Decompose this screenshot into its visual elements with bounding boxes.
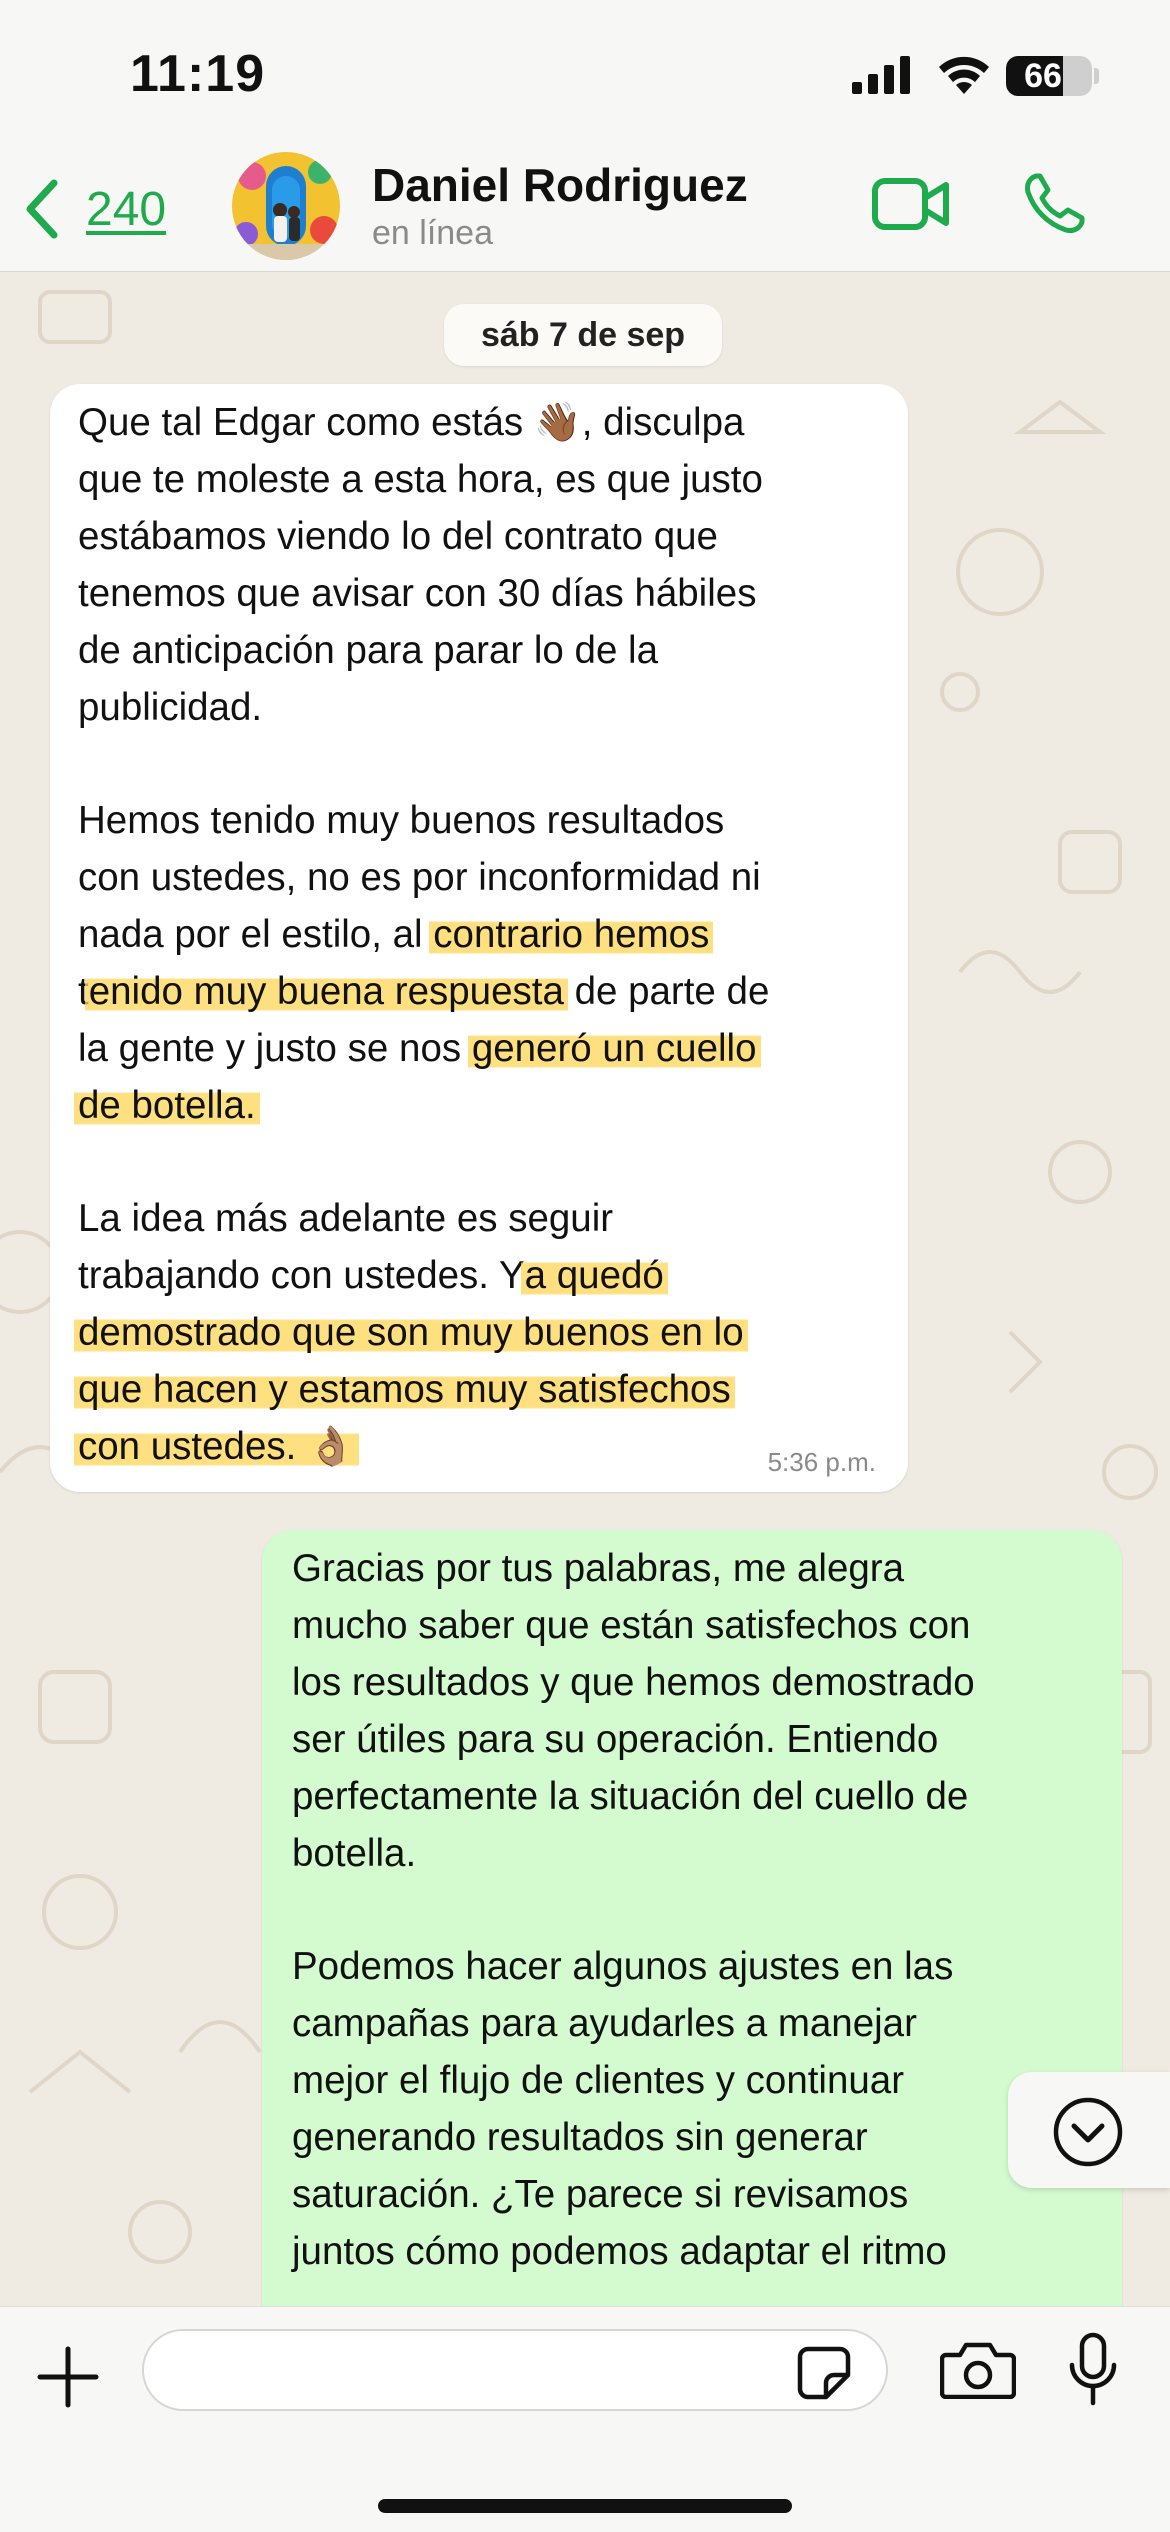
message-line: con ustedes. 👌🏽 bbox=[74, 1418, 888, 1475]
status-time: 11:19 bbox=[130, 45, 266, 103]
highlighted-text: contrario hemos bbox=[429, 913, 714, 956]
message-composer bbox=[0, 2306, 1170, 2532]
message-line: publicidad. bbox=[78, 679, 888, 736]
video-camera-icon[interactable] bbox=[872, 176, 950, 232]
outgoing-message[interactable]: Gracias por tus palabras, me alegra mucho… bbox=[262, 1530, 1122, 2306]
battery-tip bbox=[1094, 68, 1099, 84]
message-text-segment: botella. bbox=[292, 1832, 417, 1875]
message-text-segment: Hemos tenido muy buenos resultados bbox=[78, 799, 725, 842]
message-text-segment: perfectamente la situación del cuello de bbox=[292, 1775, 969, 1818]
message-text-segment: estábamos viendo lo del contrato que bbox=[78, 515, 718, 558]
wifi-icon bbox=[939, 56, 989, 94]
contact-name[interactable]: Daniel Rodriguez bbox=[372, 158, 748, 212]
chat-header: 240 Daniel Rodriguez en línea bbox=[0, 150, 1170, 272]
message-line: de anticipación para parar lo de la bbox=[78, 622, 888, 679]
plus-icon[interactable] bbox=[36, 2345, 100, 2409]
message-text-segment: los resultados y que hemos demostrado bbox=[292, 1661, 975, 1704]
message-line: trabajando con ustedes. Ya quedó bbox=[78, 1247, 888, 1304]
message-line: que te moleste a esta hora, es que justo bbox=[78, 451, 888, 508]
message-line: demostrado que son muy buenos en lo bbox=[74, 1304, 888, 1361]
outgoing-message-text: Gracias por tus palabras, me alegra mucho… bbox=[292, 1540, 1102, 2280]
back-button[interactable]: 240 bbox=[24, 174, 166, 244]
message-line: nada por el estilo, al contrario hemos bbox=[78, 906, 888, 963]
message-text-segment: campañas para ayudarles a manejar bbox=[292, 2002, 917, 2045]
incoming-message[interactable]: Que tal Edgar como estás 👋🏾, disculpa que… bbox=[50, 384, 908, 1492]
message-text-segment: mucho saber que están satisfechos con bbox=[292, 1604, 971, 1647]
chevron-left-icon bbox=[26, 179, 58, 239]
message-text-segment: que te moleste a esta hora, es que justo bbox=[78, 458, 763, 501]
avatar[interactable] bbox=[232, 152, 340, 260]
home-indicator[interactable] bbox=[378, 2499, 792, 2513]
message-line: que hacen y estamos muy satisfechos bbox=[74, 1361, 888, 1418]
battery-percentage: 66 bbox=[1024, 57, 1062, 95]
battery-icon: 66 bbox=[1006, 56, 1092, 96]
message-line bbox=[292, 1882, 1102, 1938]
message-text-segment: con ustedes, no es por inconformidad ni bbox=[78, 856, 761, 899]
cellular-signal-icon bbox=[852, 56, 910, 94]
message-line: la gente y justo se nos generó un cuello bbox=[78, 1020, 888, 1077]
message-text-segment: publicidad. bbox=[78, 686, 263, 729]
message-text-segment: generando resultados sin generar bbox=[292, 2116, 868, 2159]
highlighted-text: que hacen y estamos muy satisfechos bbox=[74, 1368, 735, 1411]
message-line: La idea más adelante es seguir bbox=[78, 1190, 888, 1247]
chat-area[interactable]: sáb 7 de sep Que tal Edgar como estás 👋🏾… bbox=[0, 272, 1170, 2306]
message-text-segment: La idea más adelante es seguir bbox=[78, 1197, 614, 1240]
message-text-segment: nada por el estilo, al bbox=[78, 913, 434, 956]
highlighted-text: enido muy buena respuesta bbox=[84, 970, 568, 1013]
message-time: 5:36 p.m. bbox=[767, 1447, 876, 1477]
message-line: los resultados y que hemos demostrado bbox=[292, 1654, 1102, 1711]
message-line: Gracias por tus palabras, me alegra bbox=[292, 1540, 1102, 1597]
status-bar: 11:19 66 bbox=[0, 0, 1170, 150]
message-line bbox=[78, 736, 888, 792]
avatar-photo bbox=[232, 152, 340, 260]
message-line: de botella. bbox=[74, 1077, 888, 1134]
highlighted-text: demostrado que son muy buenos en lo bbox=[74, 1311, 748, 1354]
chevron-down-circle-icon bbox=[1053, 2097, 1123, 2167]
camera-icon[interactable] bbox=[940, 2339, 1016, 2399]
message-line: juntos cómo podemos adaptar el ritmo bbox=[292, 2223, 1102, 2280]
message-line: mucho saber que están satisfechos con bbox=[292, 1597, 1102, 1654]
message-text-segment: juntos cómo podemos adaptar el ritmo bbox=[292, 2230, 947, 2273]
phone-icon[interactable] bbox=[1022, 172, 1086, 236]
message-line: ser útiles para su operación. Entiendo bbox=[292, 1711, 1102, 1768]
date-separator: sáb 7 de sep bbox=[444, 304, 722, 366]
scroll-to-bottom-button[interactable] bbox=[1008, 2072, 1170, 2188]
unread-count: 240 bbox=[86, 182, 167, 236]
message-text-segment: tenemos que avisar con 30 días hábiles bbox=[78, 572, 757, 615]
message-line: botella. bbox=[292, 1825, 1102, 1882]
message-text-segment: Podemos hacer algunos ajustes en las bbox=[292, 1945, 954, 1988]
message-line: tenemos que avisar con 30 días hábiles bbox=[78, 565, 888, 622]
message-line: Que tal Edgar como estás 👋🏾, disculpa bbox=[78, 394, 888, 451]
highlighted-text: generó un cuello bbox=[467, 1027, 761, 1070]
message-text-segment: de anticipación para parar lo de la bbox=[78, 629, 659, 672]
message-line: campañas para ayudarles a manejar bbox=[292, 1995, 1102, 2052]
microphone-icon[interactable] bbox=[1068, 2331, 1118, 2407]
highlighted-text: a quedó bbox=[520, 1254, 668, 1297]
highlighted-text: de botella. bbox=[74, 1084, 260, 1127]
message-line: con ustedes, no es por inconformidad ni bbox=[78, 849, 888, 906]
message-line: generando resultados sin generar bbox=[292, 2109, 1102, 2166]
message-line: mejor el flujo de clientes y continuar bbox=[292, 2052, 1102, 2109]
message-text-segment: ser útiles para su operación. Entiendo bbox=[292, 1718, 939, 1761]
message-text-segment: de parte de bbox=[563, 970, 770, 1013]
contact-status: en línea bbox=[372, 214, 493, 252]
message-text-segment: mejor el flujo de clientes y continuar bbox=[292, 2059, 905, 2102]
message-line: tenido muy buena respuesta de parte de bbox=[78, 963, 888, 1020]
message-line: estábamos viendo lo del contrato que bbox=[78, 508, 888, 565]
incoming-message-text: Que tal Edgar como estás 👋🏾, disculpa que… bbox=[74, 394, 888, 1475]
message-line: perfectamente la situación del cuello de bbox=[292, 1768, 1102, 1825]
highlighted-text: con ustedes. 👌🏽 bbox=[74, 1425, 359, 1468]
message-line: saturación. ¿Te parece si revisamos bbox=[292, 2166, 1102, 2223]
message-line bbox=[78, 1134, 888, 1190]
message-text-segment: trabajando con ustedes. Y bbox=[78, 1254, 525, 1297]
message-text-segment: Que tal Edgar como estás 👋🏾, disculpa bbox=[78, 401, 745, 444]
message-text-segment: Gracias por tus palabras, me alegra bbox=[292, 1547, 905, 1590]
message-line: Podemos hacer algunos ajustes en las bbox=[292, 1938, 1102, 1995]
message-text-segment: saturación. ¿Te parece si revisamos bbox=[292, 2173, 909, 2216]
message-text-segment: la gente y justo se nos bbox=[78, 1027, 472, 1070]
message-input[interactable] bbox=[142, 2329, 888, 2411]
message-line: Hemos tenido muy buenos resultados bbox=[78, 792, 888, 849]
sticker-icon[interactable] bbox=[796, 2345, 852, 2401]
